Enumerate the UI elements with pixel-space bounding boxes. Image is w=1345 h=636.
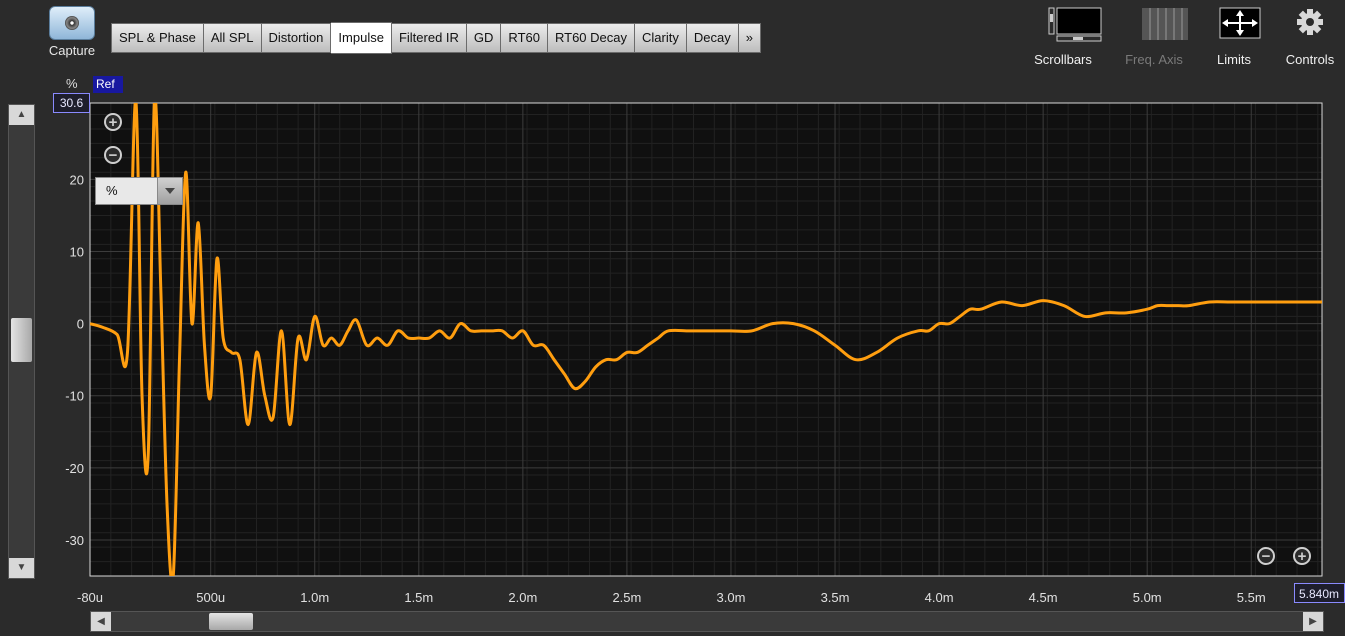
y-tick-label: -30 — [65, 533, 84, 548]
x-tick-label: 1.5m — [404, 590, 433, 605]
y-zoom-out-icon[interactable]: − — [104, 146, 122, 164]
plot-area[interactable] — [90, 103, 1322, 576]
x-tick-label: 4.5m — [1029, 590, 1058, 605]
x-tick-label: 5.0m — [1133, 590, 1162, 605]
ref-marker[interactable]: Ref — [93, 76, 123, 93]
chevron-down-icon[interactable] — [157, 178, 182, 204]
y-tick-label: -10 — [65, 389, 84, 404]
x-tick-label: 2.0m — [508, 590, 537, 605]
scroll-left-icon[interactable]: ◀ — [91, 612, 111, 631]
y-max-field[interactable]: 30.6 — [53, 93, 90, 113]
x-tick-label: 1.0m — [300, 590, 329, 605]
vertical-scroll-thumb[interactable] — [11, 318, 32, 362]
horizontal-scrollbar[interactable]: ◀ ▶ — [90, 611, 1324, 632]
scroll-up-icon[interactable]: ▲ — [9, 105, 34, 125]
scroll-right-icon[interactable]: ▶ — [1303, 612, 1323, 631]
y-tick-label: 20 — [70, 172, 84, 187]
x-tick-label: 2.5m — [612, 590, 641, 605]
x-max-field[interactable]: 5.840m — [1294, 583, 1345, 603]
impulse-graph[interactable]: -80u 500u 1.0m 1.5m 2.0m 2.5m 3.0m 3.5m 4.0m 4.5m… — [0, 0, 1345, 636]
vertical-scrollbar[interactable]: ▲ ▼ — [8, 104, 35, 579]
x-tick-label: 3.5m — [821, 590, 850, 605]
unit-select[interactable]: % — [95, 177, 183, 205]
unit-select-value: % — [106, 183, 118, 198]
y-tick-label: 0 — [77, 317, 84, 332]
x-tick-label: 4.0m — [925, 590, 954, 605]
y-zoom-in-icon[interactable]: + — [104, 113, 122, 131]
scroll-down-icon[interactable]: ▼ — [9, 558, 34, 578]
x-zoom-out-icon[interactable]: − — [1257, 547, 1275, 565]
x-zoom-in-icon[interactable]: + — [1293, 547, 1311, 565]
x-tick-label: 500u — [196, 590, 225, 605]
y-tick-label: 10 — [70, 245, 84, 260]
x-tick-label: 3.0m — [717, 590, 746, 605]
y-tick-label: -20 — [65, 461, 84, 476]
x-tick-label: -80u — [77, 590, 103, 605]
horizontal-scroll-thumb[interactable] — [209, 613, 253, 630]
x-tick-label: 5.5m — [1237, 590, 1266, 605]
y-unit-label: % — [66, 76, 78, 91]
